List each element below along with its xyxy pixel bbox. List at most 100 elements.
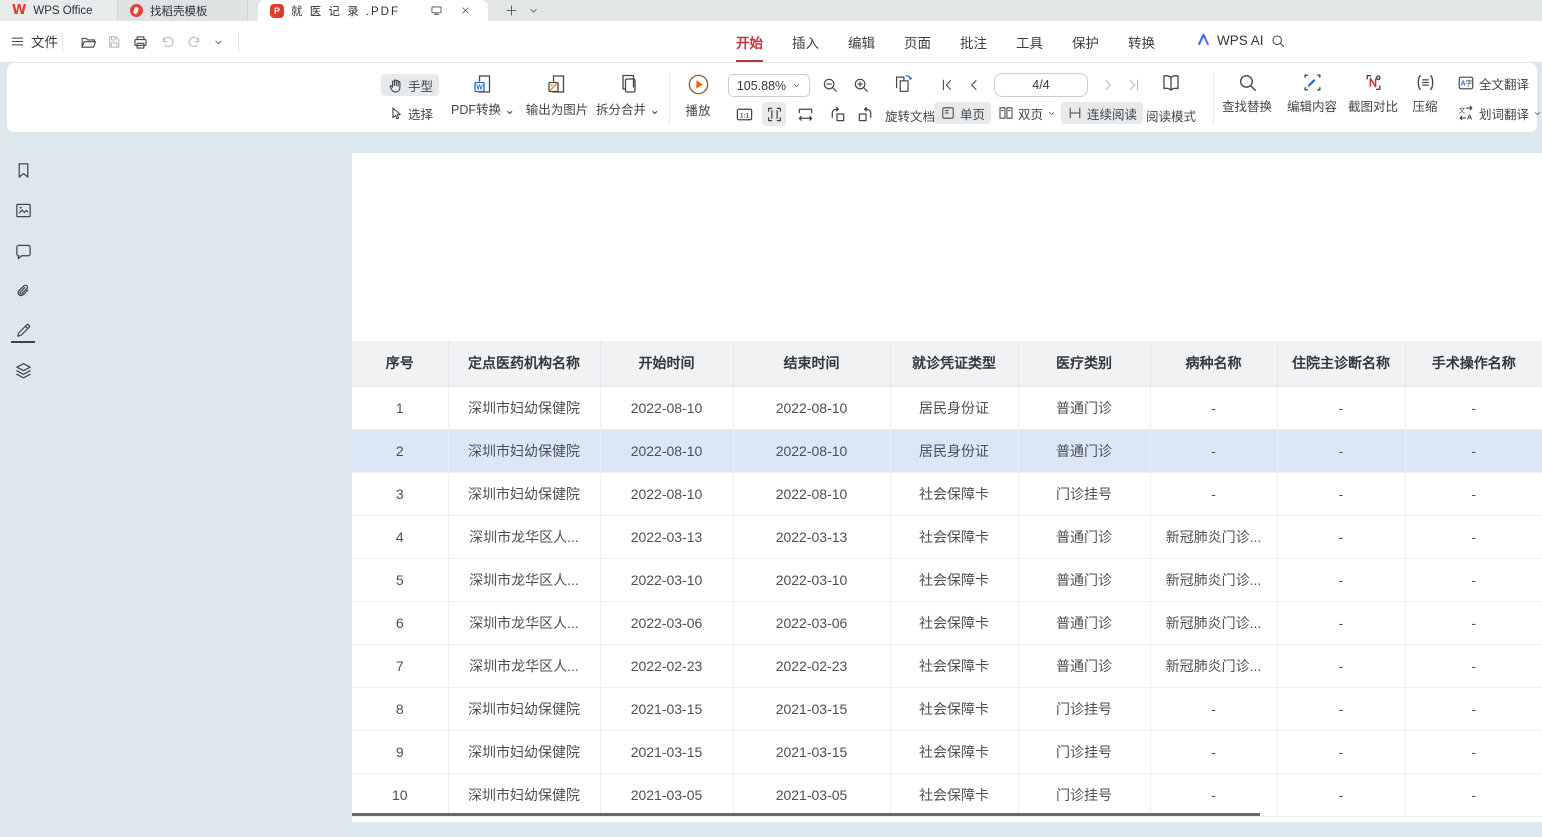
table-cell: - <box>1277 687 1405 730</box>
select-tool-label: 选择 <box>408 104 433 123</box>
zoom-out-button[interactable] <box>818 73 842 97</box>
tab-document-pdf[interactable]: P 就 医 记 录 .PDF <box>258 0 488 21</box>
word-translate-button[interactable]: 文A 划词翻译 <box>1451 102 1542 124</box>
pdf-page-canvas[interactable]: 序号定点医药机构名称开始时间结束时间就诊凭证类型医疗类别病种名称住院主诊断名称手… <box>352 153 1542 822</box>
hand-tool-button[interactable]: 手型 <box>381 74 439 96</box>
edit-content-button[interactable]: 编辑内容 <box>1282 72 1342 115</box>
wps-ai-button[interactable]: WPS AI <box>1196 32 1264 48</box>
rotate-right-button[interactable] <box>853 102 877 126</box>
compress-icon <box>1415 72 1436 93</box>
table-cell: 普通门诊 <box>1018 429 1150 472</box>
table-cell: - <box>1277 386 1405 429</box>
menu-item-2[interactable]: 编辑 <box>848 32 875 52</box>
table-cell: - <box>1277 558 1405 601</box>
table-cell: 深圳市妇幼保健院 <box>448 429 600 472</box>
menu-item-3[interactable]: 页面 <box>904 32 931 52</box>
export-image-button[interactable]: 输出为图片 <box>521 72 593 118</box>
menu-item-0[interactable]: 开始 <box>736 32 763 52</box>
table-cell: 社会保障卡 <box>890 644 1018 687</box>
comment-panel-icon[interactable] <box>12 240 34 262</box>
edit-pencil-icon <box>1302 72 1323 93</box>
print-button[interactable] <box>130 32 150 52</box>
tab-wps-office[interactable]: W WPS Office <box>0 0 118 21</box>
continuous-read-icon <box>1067 105 1083 121</box>
table-cell: - <box>1277 773 1405 816</box>
table-row: 6深圳市龙华区人...2022-03-062022-03-06社会保障卡普通门诊… <box>352 601 1542 644</box>
signature-pen-icon[interactable] <box>12 319 34 341</box>
pdf-convert-button[interactable]: W PDF转换 ⌄ <box>450 72 516 118</box>
export-image-label: 输出为图片 <box>526 99 589 118</box>
save-button[interactable] <box>104 32 124 52</box>
export-image-icon <box>545 72 569 96</box>
table-cell: 社会保障卡 <box>890 472 1018 515</box>
tab-list-chevron-icon[interactable] <box>522 0 544 21</box>
table-cell: 深圳市妇幼保健院 <box>448 687 600 730</box>
bookmark-icon[interactable] <box>12 159 34 181</box>
single-page-button[interactable]: 单页 <box>934 102 991 124</box>
table-cell: 普通门诊 <box>1018 644 1150 687</box>
divider <box>1213 72 1214 123</box>
menu-item-1[interactable]: 插入 <box>792 32 819 52</box>
close-tab-icon[interactable] <box>454 5 476 16</box>
find-replace-button[interactable]: 查找替换 <box>1217 72 1277 115</box>
find-replace-label: 查找替换 <box>1222 96 1272 115</box>
menu-item-4[interactable]: 批注 <box>960 32 987 52</box>
table-cell: 2022-08-10 <box>600 472 733 515</box>
tab-docer-templates[interactable]: 找稻壳模板 <box>118 0 248 21</box>
play-button[interactable]: 播放 <box>675 72 721 119</box>
table-cell: - <box>1405 644 1542 687</box>
zoom-level-select[interactable]: 105.88% <box>728 74 810 97</box>
full-text-translate-button[interactable]: A字 全文翻译 <box>1451 72 1535 94</box>
select-tool-button[interactable]: 选择 <box>381 102 439 124</box>
layers-icon[interactable] <box>12 359 34 381</box>
menu-search-icon[interactable] <box>1270 33 1286 49</box>
actual-size-button[interactable]: 1:1 <box>732 102 756 126</box>
pdf-file-icon: P <box>270 4 284 18</box>
word-translate-icon: 文A <box>1457 104 1475 122</box>
monitor-icon[interactable] <box>425 4 447 17</box>
last-page-button[interactable] <box>1122 73 1146 97</box>
table-header-row: 序号定点医药机构名称开始时间结束时间就诊凭证类型医疗类别病种名称住院主诊断名称手… <box>352 341 1542 386</box>
page-indicator-input[interactable]: 4/4 <box>994 73 1088 97</box>
screenshot-compare-button[interactable]: 截图对比 <box>1343 72 1403 115</box>
previous-page-button[interactable] <box>962 73 986 97</box>
open-file-button[interactable] <box>78 32 98 52</box>
new-tab-button[interactable] <box>500 0 522 21</box>
table-cell: 4 <box>352 515 448 558</box>
compress-button[interactable]: 压缩 <box>1403 72 1447 115</box>
attachment-icon[interactable] <box>12 280 34 302</box>
redo-button[interactable] <box>184 32 204 52</box>
read-mode-label[interactable]: 阅读模式 <box>1146 106 1196 125</box>
rotate-document-icon[interactable] <box>891 72 915 96</box>
single-page-label: 单页 <box>960 104 985 123</box>
undo-redo-chevron-icon[interactable] <box>208 32 228 52</box>
thumbnail-panel-icon[interactable] <box>12 199 34 221</box>
first-page-button[interactable] <box>935 73 959 97</box>
fit-page-button[interactable] <box>762 102 786 126</box>
rotate-document-label[interactable]: 旋转文档 <box>885 106 935 125</box>
next-page-button[interactable] <box>1096 73 1120 97</box>
continuous-read-button[interactable]: 连续阅读 <box>1061 102 1143 124</box>
table-cell: 普通门诊 <box>1018 558 1150 601</box>
menu-item-7[interactable]: 转换 <box>1128 32 1155 52</box>
table-cell: 2021-03-15 <box>600 687 733 730</box>
table-cell: 普通门诊 <box>1018 601 1150 644</box>
read-mode-icon[interactable] <box>1159 71 1183 95</box>
table-cell: 新冠肺炎门诊... <box>1150 515 1277 558</box>
menu-item-6[interactable]: 保护 <box>1072 32 1099 52</box>
wps-office-window: { "colors": { "accent_red": "#c5333c", "… <box>0 0 1542 837</box>
split-merge-button[interactable]: 拆分合并 ⌄ <box>595 72 661 118</box>
table-cell: 3 <box>352 472 448 515</box>
table-cell: 新冠肺炎门诊... <box>1150 644 1277 687</box>
rotate-left-button[interactable] <box>825 102 849 126</box>
zoom-in-button[interactable] <box>849 73 873 97</box>
double-page-button[interactable]: 双页 <box>992 102 1062 124</box>
table-cell: - <box>1150 773 1277 816</box>
table-header-cell: 住院主诊断名称 <box>1277 341 1405 386</box>
fit-width-button[interactable] <box>793 102 817 126</box>
table-row: 3深圳市妇幼保健院2022-08-102022-08-10社会保障卡门诊挂号--… <box>352 472 1542 515</box>
undo-button[interactable] <box>158 32 178 52</box>
file-menu-button[interactable]: 文件 <box>10 31 58 51</box>
menu-item-5[interactable]: 工具 <box>1016 32 1043 52</box>
table-cell: 2022-03-10 <box>600 558 733 601</box>
